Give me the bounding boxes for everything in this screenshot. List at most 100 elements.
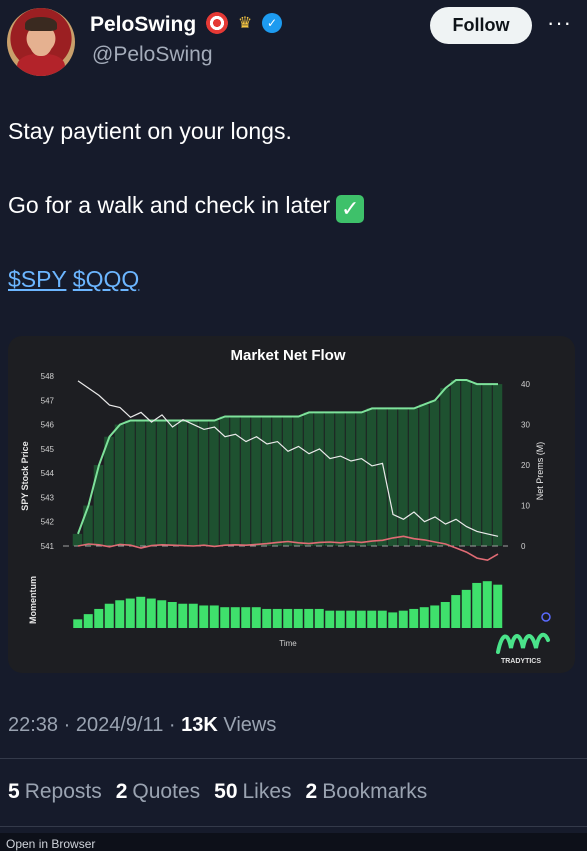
market-net-flow-chart: Market Net Flow SPY Stock Price Net Prem… [20, 347, 551, 665]
momentum-bar [388, 612, 398, 628]
y-left-tick-label: 548 [41, 372, 55, 381]
net-prems-bar [282, 416, 293, 546]
momentum-bar [167, 602, 177, 628]
momentum-bar [304, 608, 314, 628]
logo-dot-icon [541, 612, 551, 622]
net-prems-bar [188, 420, 198, 546]
net-prems-bar [146, 420, 156, 546]
momentum-bar [241, 607, 251, 628]
verified-badge-icon: ✓ [262, 13, 282, 33]
momentum-bar [283, 608, 293, 628]
y-right-tick-label: 20 [521, 461, 530, 470]
momentum-bar [409, 608, 419, 628]
net-prems-bar [471, 384, 482, 546]
momentum-bar [230, 607, 240, 628]
net-prems-bar [272, 416, 282, 546]
open-in-browser-bar[interactable]: Open in Browser [0, 833, 587, 851]
momentum-bar [356, 610, 366, 628]
net-prems-bar [135, 420, 146, 546]
cashtag-spy[interactable]: $SPY [8, 266, 66, 292]
brand-label: TRADYTICS [501, 658, 541, 665]
momentum-bar [272, 608, 282, 628]
momentum-bar [419, 607, 429, 628]
momentum-bar [314, 608, 324, 628]
y-left-tick-label: 547 [41, 396, 55, 405]
y-left-tick-label: 544 [41, 469, 55, 478]
author-badges: ♛ ✓ [206, 12, 282, 34]
tweet-tags: $SPY $QQQ [8, 266, 139, 293]
y-right-tick-label: 40 [521, 380, 530, 389]
momentum-bar [335, 610, 345, 628]
author-name[interactable]: PeloSwing [90, 13, 196, 37]
stat-quotes[interactable]: 2 Quotes [116, 780, 200, 804]
net-prems-bar [83, 505, 93, 546]
momentum-bar [293, 608, 303, 628]
chart-image[interactable]: Market Net Flow SPY Stock Price Net Prem… [8, 336, 575, 673]
author-handle[interactable]: @PeloSwing [92, 43, 213, 67]
momentum-bar [398, 610, 408, 628]
tradytics-logo-icon [496, 632, 550, 654]
views-count: 13K [181, 714, 218, 736]
momentum-bar [209, 605, 219, 628]
net-prems-bar [419, 404, 429, 546]
net-prems-bar [240, 416, 251, 546]
tweet-line-2-text: Go for a walk and check in later [8, 192, 331, 218]
stat-likes[interactable]: 50 Likes [214, 780, 291, 804]
net-prems-bar [324, 412, 335, 546]
y-left-tick-label: 543 [41, 493, 55, 502]
tweet-stats: 5 Reposts 2 Quotes 50 Likes 2 Bookmarks [8, 780, 427, 804]
follow-button[interactable]: Follow [430, 7, 532, 44]
momentum-bar [262, 608, 272, 628]
momentum-bar [73, 619, 83, 628]
more-options-icon[interactable]: ··· [547, 10, 572, 36]
net-prems-bar [482, 384, 492, 546]
divider [0, 826, 587, 827]
net-prems-bar [261, 416, 272, 546]
net-prems-bar [209, 420, 219, 546]
momentum-bar [482, 581, 492, 628]
y-right-tick-label: 0 [521, 542, 526, 551]
net-prems-bar [461, 380, 471, 546]
momentum-bar [115, 600, 125, 628]
net-prems-bar [398, 408, 408, 546]
avatar-shirt [17, 54, 65, 76]
net-prems-bar [408, 408, 419, 546]
y-axis-left-label: SPY Stock Price [20, 441, 30, 510]
net-prems-bar [335, 412, 345, 546]
timestamp[interactable]: 22:38 · 2024/9/11 · [8, 714, 181, 736]
net-prems-bar [345, 412, 356, 546]
net-prems-bar [303, 412, 314, 546]
net-prems-bar [492, 384, 503, 546]
tweet-meta: 22:38 · 2024/9/11 · 13K Views [8, 714, 276, 737]
y-left-tick-label: 545 [41, 445, 55, 454]
net-prems-bar [114, 424, 125, 546]
author-avatar[interactable] [7, 8, 75, 76]
momentum-bar [377, 610, 387, 628]
crown-icon: ♛ [237, 15, 253, 32]
momentum-bar [125, 598, 135, 628]
momentum-bar [440, 602, 450, 628]
x-axis-label: Time [279, 639, 297, 648]
momentum-bar [178, 603, 188, 628]
momentum-bar [188, 603, 198, 628]
avatar-hair [25, 17, 57, 31]
momentum-bar [94, 608, 104, 628]
momentum-bar [461, 589, 471, 628]
net-prems-bar [366, 408, 377, 546]
tweet-line-1: Stay paytient on your longs. [8, 118, 292, 144]
tweet-line-2: Go for a walk and check in later ✓ [8, 192, 365, 223]
momentum-bar [83, 614, 93, 628]
stat-bookmarks[interactable]: 2 Bookmarks [306, 780, 428, 804]
momentum-bar [146, 598, 156, 628]
momentum-bar [157, 600, 167, 628]
stat-reposts[interactable]: 5 Reposts [8, 780, 102, 804]
cashtag-qqq[interactable]: $QQQ [73, 266, 139, 292]
net-prems-bar [156, 420, 167, 546]
y-axis-right-label: Net Prems (M) [535, 442, 545, 501]
y-left-tick-label: 542 [41, 518, 55, 527]
momentum-bar [325, 610, 335, 628]
momentum-bar [367, 610, 377, 628]
net-prems-bar [167, 420, 177, 546]
net-prems-bar [251, 416, 261, 546]
momentum-bar [220, 607, 230, 628]
